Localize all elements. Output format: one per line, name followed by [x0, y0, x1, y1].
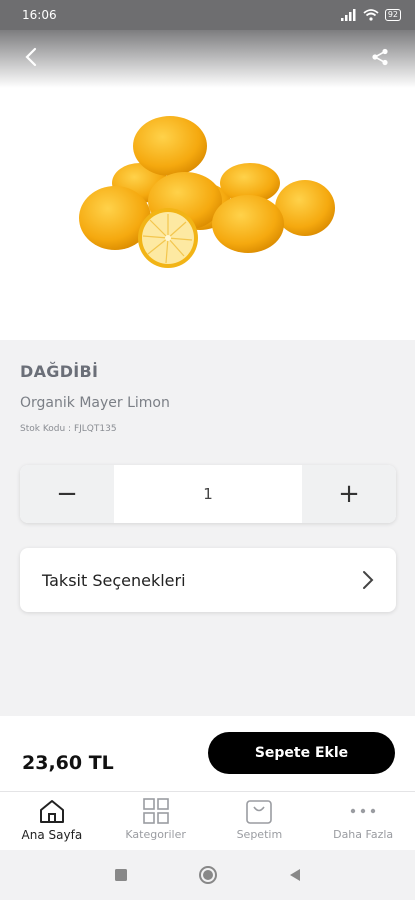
share-button[interactable] — [363, 40, 397, 74]
quantity-value[interactable]: 1 — [114, 465, 302, 523]
battery-icon: 92 — [384, 9, 401, 21]
add-to-cart-button[interactable]: Sepete Ekle — [208, 732, 395, 774]
purchase-bar: 23,60 TL Sepete Ekle — [0, 716, 415, 791]
product-info: DAĞDİBİ Organik Mayer Limon Stok Kodu : … — [20, 362, 396, 434]
signal-icon — [340, 9, 356, 21]
installment-options-row[interactable]: Taksit Seçenekleri — [20, 548, 396, 612]
more-icon — [350, 808, 376, 814]
system-navigation-bar — [0, 850, 415, 900]
tab-home-label: Ana Sayfa — [21, 828, 83, 842]
bottom-tab-bar: Ana Sayfa Kategoriler Sepetim Daha Fazla — [0, 791, 415, 850]
status-bar: 16:06 92 — [0, 0, 415, 30]
home-icon — [39, 800, 64, 823]
recent-apps-icon[interactable] — [114, 868, 128, 882]
product-price: 23,60 TL — [22, 752, 114, 774]
share-icon — [372, 48, 388, 66]
product-image — [0, 88, 415, 340]
back-triangle-icon[interactable] — [288, 867, 302, 883]
chevron-right-icon — [363, 571, 374, 589]
tab-cart[interactable]: Sepetim — [208, 792, 312, 850]
wifi-icon — [363, 9, 379, 21]
home-circle-icon[interactable] — [198, 865, 218, 885]
increase-quantity-button[interactable]: + — [302, 465, 396, 523]
lemons-image — [79, 116, 335, 268]
status-icons: 92 — [340, 9, 401, 21]
bag-icon — [246, 800, 273, 824]
quantity-stepper: − 1 + — [20, 465, 396, 523]
tab-more[interactable]: Daha Fazla — [311, 792, 415, 850]
tab-categories[interactable]: Kategoriler — [104, 792, 208, 850]
product-name: Organik Mayer Limon — [20, 395, 170, 411]
installment-options-label: Taksit Seçenekleri — [42, 570, 186, 590]
tab-categories-label: Kategoriler — [125, 828, 186, 841]
product-brand: DAĞDİBİ — [20, 362, 99, 381]
tab-cart-label: Sepetim — [236, 828, 283, 841]
status-time: 16:06 — [22, 8, 57, 22]
tab-more-label: Daha Fazla — [333, 828, 394, 841]
decrease-quantity-button[interactable]: − — [20, 465, 114, 523]
header — [0, 30, 415, 88]
grid-icon — [142, 798, 169, 824]
stock-code: Stok Kodu : FJLQT135 — [20, 424, 117, 434]
tab-home[interactable]: Ana Sayfa — [0, 792, 104, 850]
chevron-left-icon — [25, 47, 37, 67]
back-button[interactable] — [14, 40, 48, 74]
